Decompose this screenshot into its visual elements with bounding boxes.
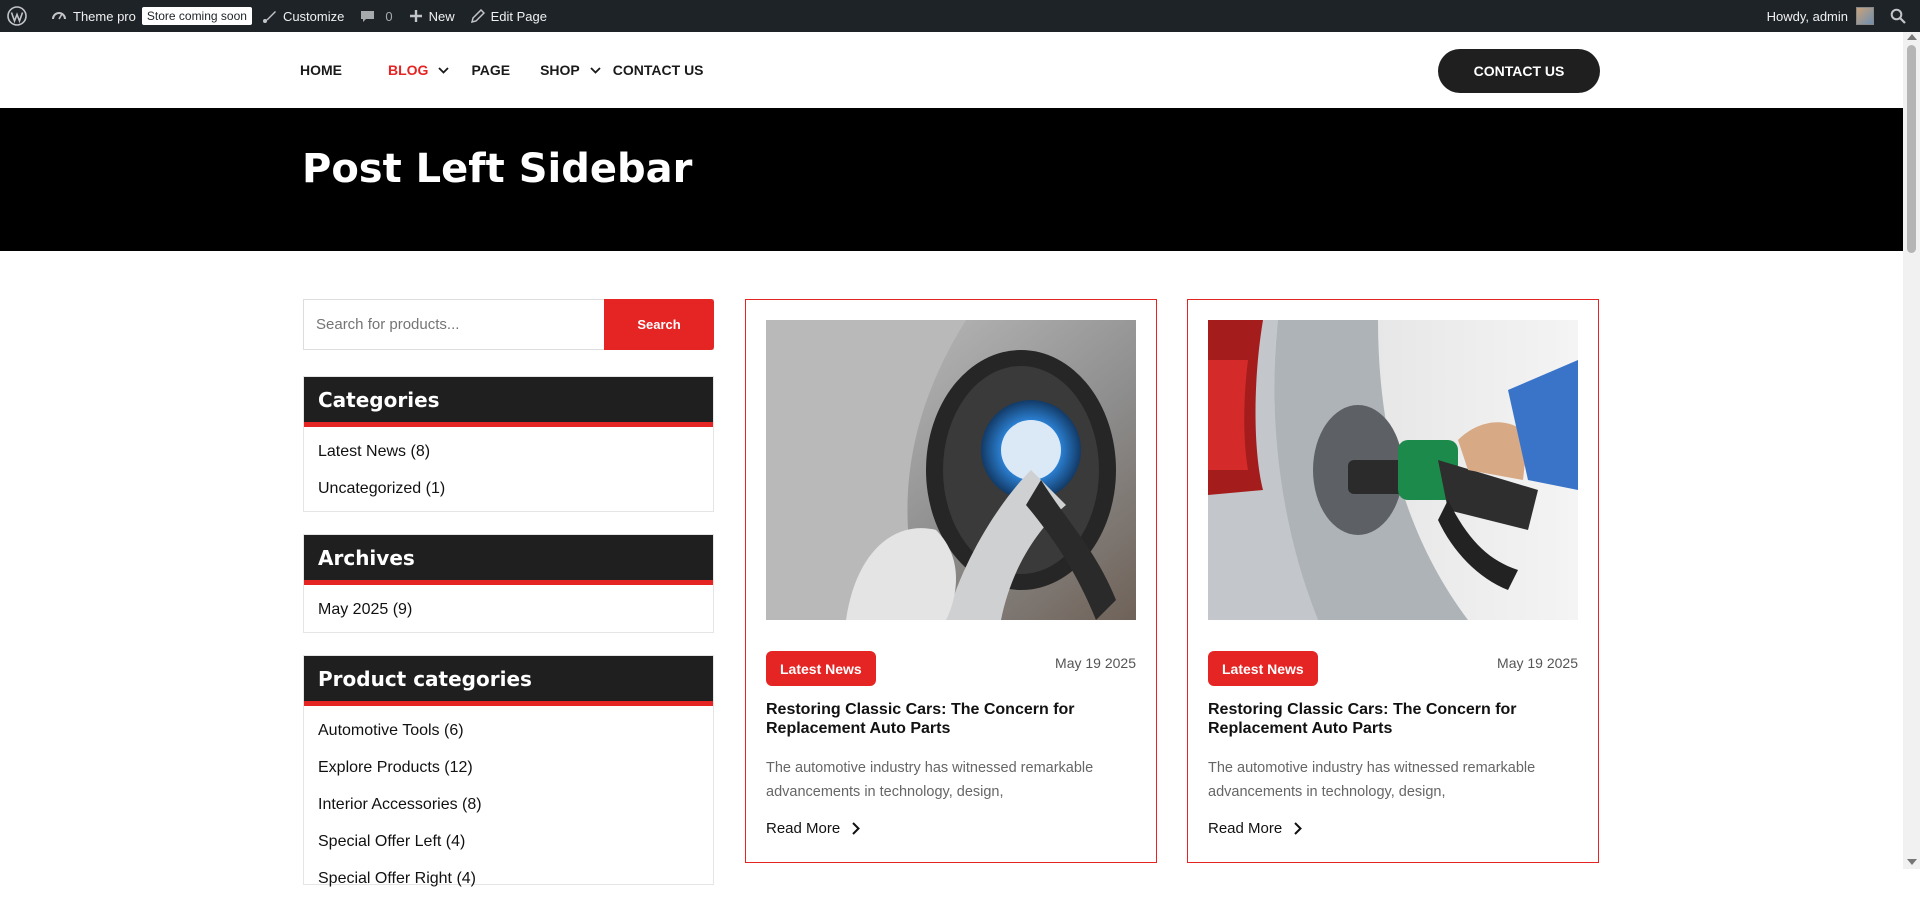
nav-item-home[interactable]: HOME — [300, 62, 342, 78]
read-more-link[interactable]: Read More — [1208, 820, 1303, 837]
nav-item-contact[interactable]: CONTACT US — [613, 62, 704, 78]
chevron-right-icon — [852, 822, 861, 835]
wordpress-logo-icon[interactable] — [0, 0, 43, 32]
post-card: Latest News May 19 2025 Restoring Classi… — [745, 299, 1157, 863]
chevron-down-icon — [590, 66, 601, 74]
brush-icon — [262, 10, 276, 23]
post-category-badge[interactable]: Latest News — [1208, 651, 1318, 686]
page-title: Post Left Sidebar — [302, 146, 693, 192]
search-button[interactable]: Search — [604, 299, 714, 350]
pencil-icon — [470, 9, 485, 23]
post-excerpt: The automotive industry has witnessed re… — [766, 760, 1094, 800]
contact-us-button[interactable]: CONTACT US — [1438, 49, 1600, 93]
search-icon — [1890, 8, 1906, 24]
customize-link[interactable]: Customize — [254, 0, 352, 32]
category-link[interactable]: Uncategorized (1) — [318, 470, 699, 507]
comments-count: 0 — [385, 8, 393, 24]
nav-item-shop[interactable]: SHOP — [540, 62, 601, 78]
post-category-badge[interactable]: Latest News — [766, 651, 876, 686]
nav-item-page[interactable]: PAGE — [471, 62, 510, 78]
widget-title: Archives — [304, 535, 713, 585]
post-excerpt: The automotive industry has witnessed re… — [1208, 760, 1536, 800]
widget-title: Categories — [304, 377, 713, 427]
post-thumbnail-refueling[interactable] — [1208, 320, 1578, 620]
widget-title: Product categories — [304, 656, 713, 706]
admin-search-button[interactable] — [1882, 0, 1920, 32]
site-header: HOME BLOG PAGE SHOP CONTACT US CONTACT U… — [0, 32, 1903, 108]
avatar — [1856, 7, 1874, 25]
post-card: Latest News May 19 2025 Restoring Classi… — [1187, 299, 1599, 863]
read-more-label: Read More — [766, 820, 841, 837]
comments-link[interactable]: 0 — [352, 0, 400, 32]
site-name-link[interactable]: Theme pro — [43, 0, 144, 32]
categories-widget: Categories Latest News (8) Uncategorized… — [303, 376, 714, 512]
new-content-link[interactable]: New — [401, 0, 463, 32]
nav-label: HOME — [300, 62, 342, 78]
post-title[interactable]: Restoring Classic Cars: The Concern for … — [766, 700, 1138, 738]
post-date: May 19 2025 — [1497, 655, 1578, 671]
nav-label: CONTACT US — [612, 62, 704, 78]
archives-widget: Archives May 2025 (9) — [303, 534, 714, 633]
category-link[interactable]: Latest News (8) — [318, 433, 699, 470]
nav-label: BLOG — [388, 62, 429, 78]
edit-page-label: Edit Page — [490, 8, 547, 24]
edit-page-link[interactable]: Edit Page — [463, 0, 555, 32]
chevron-down-icon — [438, 66, 450, 74]
site-name: Theme pro — [73, 8, 136, 24]
nav-label: SHOP — [540, 62, 580, 78]
new-label: New — [428, 8, 455, 24]
scroll-up-arrow-icon[interactable] — [1907, 34, 1917, 40]
scroll-down-arrow-icon[interactable] — [1907, 859, 1917, 865]
product-category-link[interactable]: Special Offer Left (4) — [318, 823, 699, 860]
product-category-link[interactable]: Interior Accessories (8) — [318, 786, 699, 823]
store-status-badge[interactable]: Store coming soon — [141, 7, 252, 25]
page-hero: Post Left Sidebar — [0, 108, 1903, 251]
account-menu[interactable]: Howdy, admin — [1759, 0, 1882, 32]
dashboard-icon — [52, 12, 66, 20]
search-input[interactable] — [304, 300, 604, 349]
nav-item-blog[interactable]: BLOG — [388, 62, 450, 78]
nav-label: PAGE — [471, 62, 511, 78]
product-search-form: Search — [303, 299, 714, 350]
customize-label: Customize — [282, 8, 345, 24]
scroll-thumb[interactable] — [1907, 45, 1916, 253]
product-category-link[interactable]: Automotive Tools (6) — [318, 712, 699, 749]
product-category-link[interactable]: Explore Products (12) — [318, 749, 699, 786]
page-scrollbar[interactable] — [1903, 32, 1920, 869]
post-title[interactable]: Restoring Classic Cars: The Concern for … — [1208, 700, 1580, 738]
plus-icon — [409, 10, 422, 22]
post-date: May 19 2025 — [1055, 655, 1136, 671]
comment-icon — [361, 10, 375, 22]
product-category-link[interactable]: Special Offer Right (4) — [318, 860, 699, 897]
archive-link[interactable]: May 2025 (9) — [318, 591, 699, 628]
product-categories-widget: Product categories Automotive Tools (6) … — [303, 655, 714, 887]
chevron-right-icon — [1294, 822, 1303, 835]
read-more-link[interactable]: Read More — [766, 820, 861, 837]
admin-bar: Theme pro Store coming soon Customize 0 … — [0, 0, 1920, 32]
main-nav: HOME BLOG PAGE SHOP CONTACT US — [300, 32, 744, 108]
post-thumbnail-ev-charging[interactable] — [766, 320, 1136, 620]
read-more-label: Read More — [1208, 820, 1283, 837]
howdy-text: Howdy, admin — [1766, 8, 1848, 24]
